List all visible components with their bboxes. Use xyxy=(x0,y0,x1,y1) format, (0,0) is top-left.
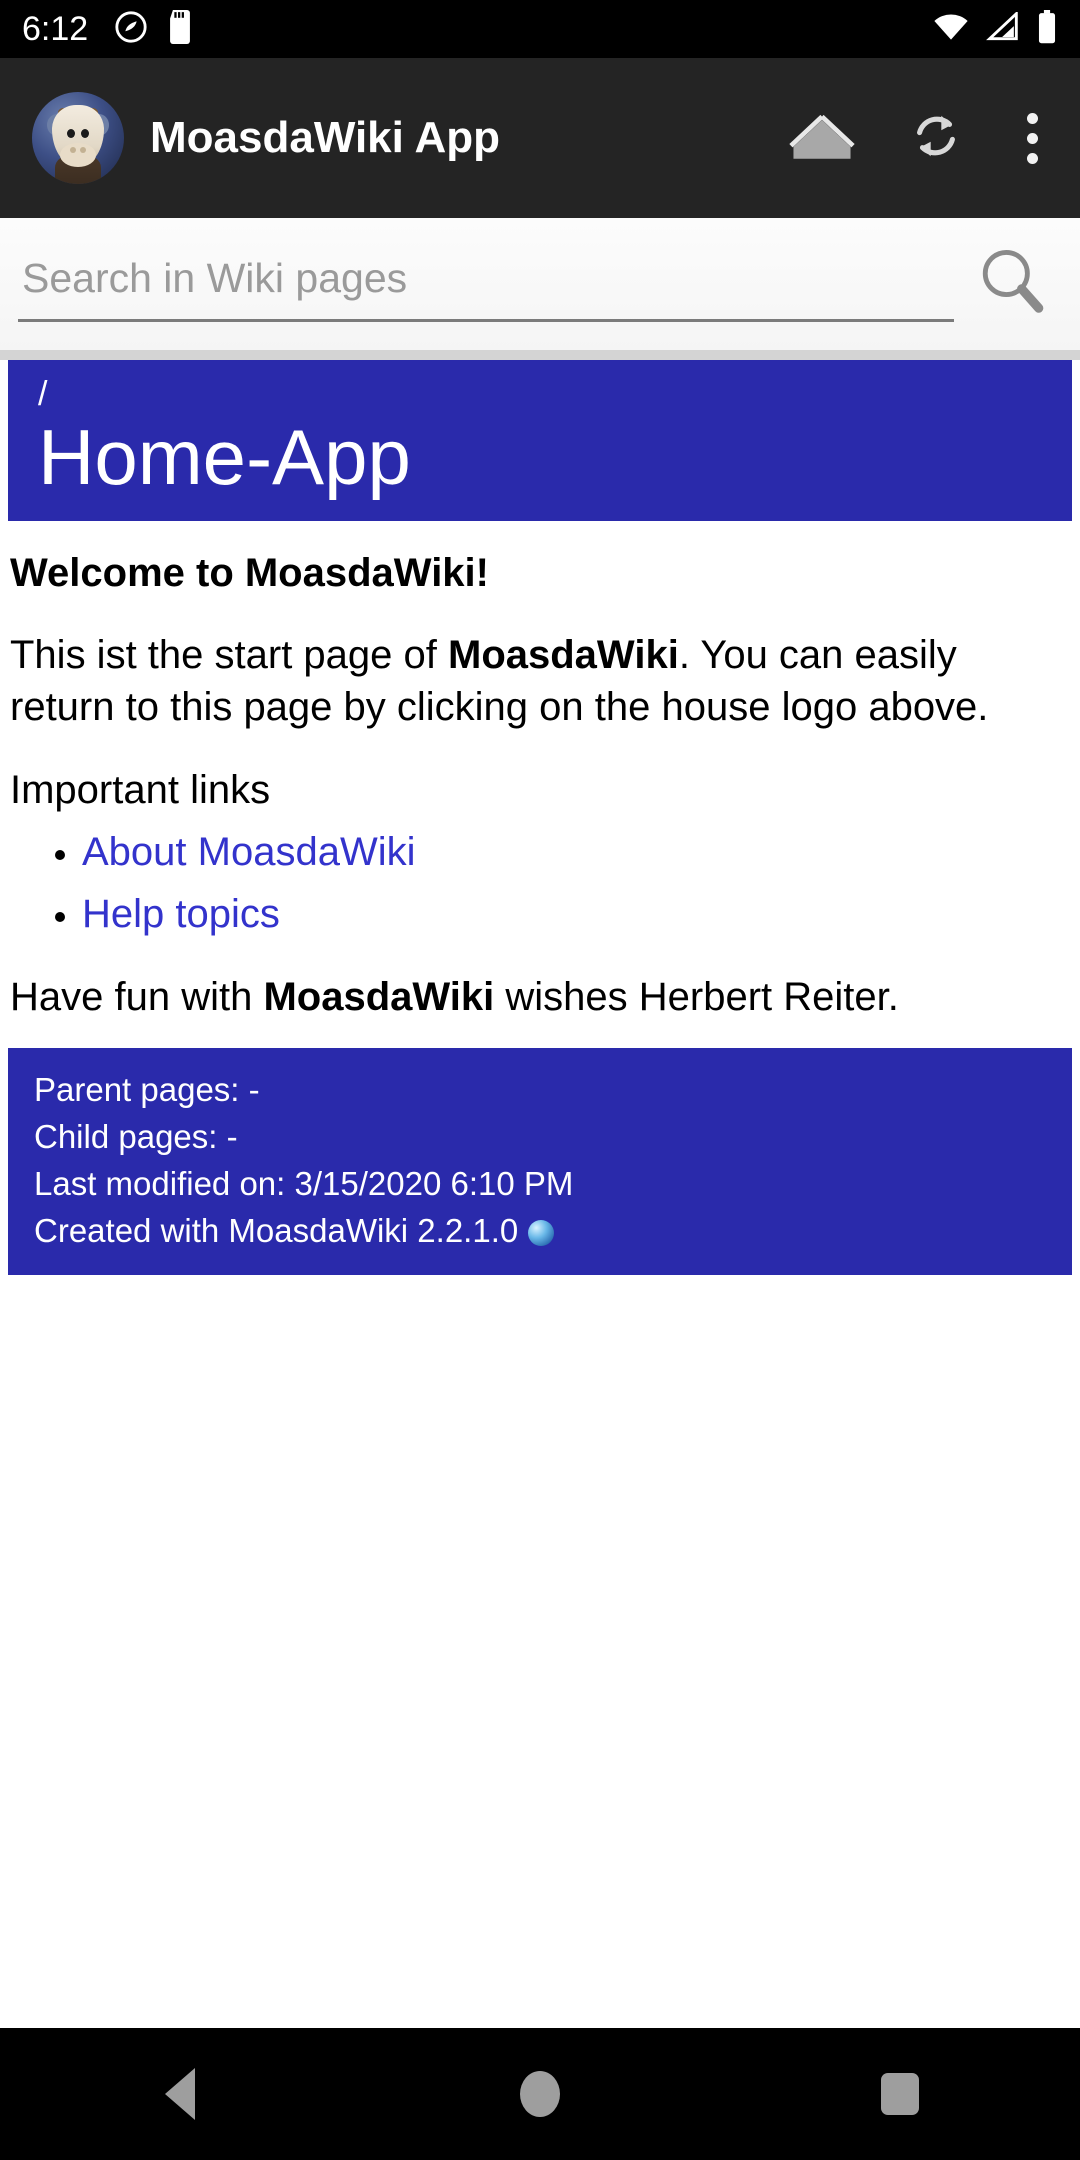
link-about-moasdawiki[interactable]: About MoasdaWiki xyxy=(82,830,415,874)
page-info-box: Parent pages: - Child pages: - Last modi… xyxy=(8,1047,1072,1275)
important-links-intro: Important links xyxy=(10,768,271,813)
recents-square-icon xyxy=(881,2073,919,2115)
info-created-with: Created with MoasdaWiki 2.2.1.0 xyxy=(34,1207,1046,1254)
app-bar-actions xyxy=(784,100,1058,176)
search-input[interactable] xyxy=(18,254,954,314)
status-bar: 6:12 xyxy=(0,0,1080,58)
overflow-menu-button[interactable] xyxy=(1012,100,1052,176)
search-content-divider xyxy=(0,350,1080,360)
paragraph-2-text-after: wishes Herbert Reiter. xyxy=(494,975,899,1020)
do-not-disturb-icon xyxy=(114,10,148,49)
page-header: / Home-App xyxy=(8,360,1072,521)
article-body: Welcome to MoasdaWiki! This ist the star… xyxy=(0,547,1080,1024)
nav-back-button[interactable] xyxy=(90,2028,270,2160)
info-child-pages: Child pages: - xyxy=(34,1118,238,1156)
nav-home-button[interactable] xyxy=(450,2028,630,2160)
cellular-signal-icon xyxy=(986,9,1020,47)
important-links-list: About MoasdaWiki Help topics xyxy=(10,825,1070,941)
article-paragraph-2: Have fun with MoasdaWiki wishes Herbert … xyxy=(10,971,1070,1024)
search-underline xyxy=(18,319,954,322)
paragraph-2-bold-term: MoasdaWiki xyxy=(263,975,495,1020)
wifi-icon xyxy=(932,12,970,47)
home-circle-icon xyxy=(520,2071,560,2117)
system-navigation-bar xyxy=(0,2028,1080,2160)
battery-icon xyxy=(1036,9,1058,49)
page-content: / Home-App Welcome to MoasdaWiki! This i… xyxy=(0,360,1080,1275)
back-triangle-icon xyxy=(165,2068,195,2120)
breadcrumb: / xyxy=(38,375,48,413)
article-paragraph-1: This ist the start page of MoasdaWiki. Y… xyxy=(10,629,1070,735)
info-last-modified: Last modified on: 3/15/2020 6:10 PM xyxy=(34,1165,574,1203)
search-bar xyxy=(0,218,1080,350)
status-right-icons xyxy=(932,9,1058,49)
link-help-topics[interactable]: Help topics xyxy=(82,892,280,936)
paragraph-1-bold-term: MoasdaWiki xyxy=(448,632,679,677)
page-title: Home-App xyxy=(38,412,411,501)
refresh-icon xyxy=(907,107,965,170)
status-left-icons xyxy=(114,9,194,49)
nav-recents-button[interactable] xyxy=(810,2028,990,2160)
info-parent-pages: Parent pages: - xyxy=(34,1070,260,1108)
three-dots-icon xyxy=(1026,112,1038,124)
app-logo-cow-icon xyxy=(32,92,124,184)
globe-icon xyxy=(528,1220,555,1247)
paragraph-2-text-before: Have fun with xyxy=(10,975,264,1020)
search-button[interactable] xyxy=(966,238,1058,330)
home-button[interactable] xyxy=(784,100,860,176)
app-bar: MoasdaWiki App xyxy=(0,58,1080,218)
status-clock: 6:12 xyxy=(22,10,89,48)
info-created-with-label: Created with MoasdaWiki 2.2.1.0 xyxy=(34,1212,519,1250)
paragraph-1-text-before: This ist the start page of xyxy=(10,632,448,677)
search-field xyxy=(18,238,954,330)
sd-card-icon xyxy=(166,9,194,49)
refresh-button[interactable] xyxy=(898,100,974,176)
search-icon xyxy=(975,245,1049,324)
house-icon xyxy=(788,109,856,168)
article-heading: Welcome to MoasdaWiki! xyxy=(10,550,489,595)
list-item: About MoasdaWiki xyxy=(82,825,1070,879)
app-title: MoasdaWiki App xyxy=(150,113,501,162)
list-item: Help topics xyxy=(82,887,1070,941)
